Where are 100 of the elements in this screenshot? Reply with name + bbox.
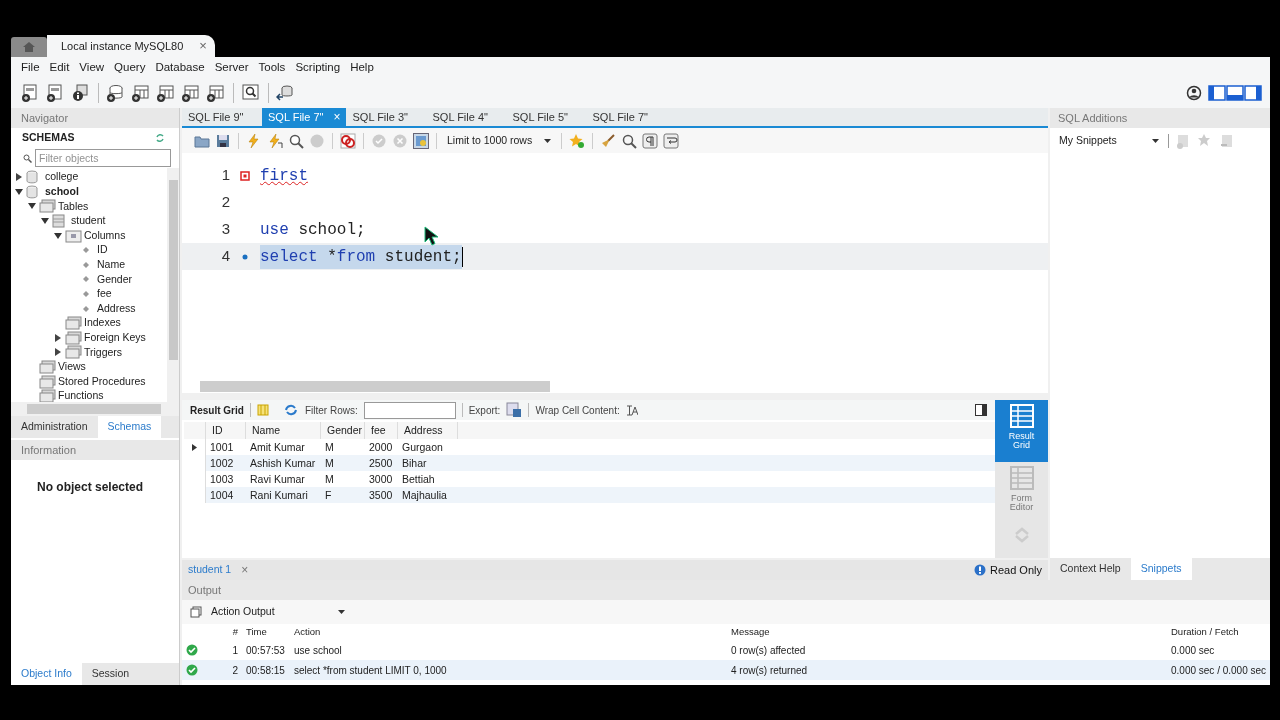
star-icon[interactable]	[1197, 132, 1213, 149]
magnifier-icon[interactable]	[241, 84, 261, 102]
collapse-arrow-icon[interactable]	[28, 202, 36, 211]
panel-tab[interactable]: Schemas	[97, 416, 162, 438]
collapse-arrow-icon[interactable]	[41, 217, 49, 226]
connection-tab[interactable]: Local instance MySQL80 ×	[47, 35, 215, 57]
column-header[interactable]: Duration / Fetch	[1167, 624, 1270, 640]
broom-icon[interactable]	[600, 132, 616, 149]
panel-tab[interactable]: Snippets	[1130, 558, 1192, 580]
table-icon[interactable]	[206, 84, 226, 102]
editor-tab[interactable]: SQL File 3"	[346, 108, 427, 126]
column-header[interactable]: Message	[727, 624, 1167, 640]
refresh-icon[interactable]	[282, 404, 299, 416]
scrollbar[interactable]	[167, 168, 179, 402]
menu-item[interactable]: Help	[346, 57, 378, 78]
menu-item[interactable]: File	[17, 57, 44, 78]
table-icon[interactable]	[131, 84, 151, 102]
panel-layout-icon[interactable]	[1208, 85, 1262, 101]
current-row-icon	[192, 443, 197, 451]
tree-item[interactable]: Indexes	[84, 315, 121, 332]
column-header[interactable]: Action	[290, 624, 727, 640]
collapse-arrow-icon[interactable]	[15, 187, 23, 196]
menu-item[interactable]: View	[75, 57, 109, 78]
table-cell-text: 0 row(s) affected	[730, 643, 807, 658]
tree-item[interactable]: Tables	[58, 198, 89, 215]
table-icon[interactable]	[156, 84, 176, 102]
tree-item[interactable]: Gender	[97, 271, 133, 288]
wrap-text-icon[interactable]	[625, 404, 638, 416]
table-cell-text: use school	[293, 643, 343, 658]
folder-icon	[64, 330, 82, 345]
panel-title: Navigator	[21, 110, 69, 126]
search-icon[interactable]	[621, 132, 637, 149]
tree-item[interactable]: school	[45, 184, 79, 200]
toggle-icon[interactable]	[413, 132, 429, 149]
limit-dropdown[interactable]: Limit to 1000 rows	[444, 131, 554, 150]
editor-tab[interactable]: SQL File 9"	[182, 108, 262, 126]
tree-item[interactable]: Views	[58, 359, 86, 375]
panel-tab[interactable]: Context Help	[1050, 558, 1131, 580]
tree-item[interactable]: Name	[97, 257, 125, 273]
close-icon[interactable]: ×	[333, 108, 341, 126]
database-icon[interactable]	[106, 84, 126, 102]
tree-item[interactable]: college	[45, 169, 79, 186]
database-transfer-icon[interactable]	[276, 84, 296, 102]
toolbar-label: Result Grid	[190, 403, 244, 418]
expand-arrow-icon[interactable]	[15, 173, 23, 182]
save-icon[interactable]	[215, 132, 231, 149]
magnifier-icon[interactable]	[288, 132, 304, 149]
tree-item[interactable]: Functions	[58, 388, 104, 402]
scrollbar[interactable]	[11, 402, 179, 416]
expand-arrow-icon[interactable]	[54, 333, 62, 342]
export-icon[interactable]	[506, 402, 523, 418]
view-tab[interactable]: Form Editor	[995, 462, 1048, 524]
close-icon[interactable]: ×	[241, 561, 249, 579]
account-icon[interactable]	[1186, 85, 1202, 101]
filter-field[interactable]: Filter objects	[35, 149, 171, 167]
tree-item[interactable]: Address	[97, 300, 136, 317]
wrap-icon[interactable]	[663, 132, 679, 149]
result-tab[interactable]: student 1 ×	[182, 560, 255, 580]
table-icon[interactable]	[181, 84, 201, 102]
editor-tab[interactable]: SQL File 7" ×	[262, 108, 347, 126]
panel-tab[interactable]: Session	[81, 663, 140, 685]
close-icon[interactable]: ×	[199, 36, 207, 56]
menu-item[interactable]: Edit	[45, 57, 74, 78]
table-cell-text: 3500	[368, 488, 394, 503]
filter-field[interactable]	[363, 401, 456, 419]
column-header[interactable]: #	[202, 624, 242, 640]
folder-icon	[38, 199, 56, 214]
menu-item[interactable]: Tools	[254, 57, 290, 78]
pilcrow-icon[interactable]	[642, 132, 658, 149]
rings-icon[interactable]	[340, 132, 356, 149]
table-cell-text: 1003	[209, 472, 235, 487]
tree-item[interactable]: student	[71, 213, 106, 229]
menu-item[interactable]: Scripting	[291, 57, 345, 78]
copy-icon[interactable]	[190, 606, 202, 618]
tree-item[interactable]: Triggers	[84, 344, 123, 361]
check-icon[interactable]	[371, 132, 387, 149]
expand-arrow-icon[interactable]	[54, 348, 62, 357]
column-header[interactable]: Time	[242, 624, 290, 640]
table-cell-text: 0.000 sec / 0.000 sec	[1170, 663, 1268, 678]
editor-tab[interactable]: SQL File 4"	[426, 108, 507, 126]
info-icon[interactable]	[71, 84, 91, 102]
scrollbar[interactable]	[182, 379, 1048, 393]
star-icon[interactable]	[569, 132, 585, 149]
menu-item[interactable]: Query	[110, 57, 150, 78]
editor-tab[interactable]: SQL File 7"	[586, 108, 667, 126]
menu-item[interactable]: Server	[210, 57, 253, 78]
tree-item[interactable]: Columns	[84, 227, 126, 244]
editor-tab[interactable]: SQL File 5"	[506, 108, 587, 126]
collapse-arrow-icon[interactable]	[54, 231, 62, 240]
tree-item[interactable]: Stored Procedures	[58, 373, 146, 390]
panel-tab[interactable]: Administration	[11, 416, 98, 438]
refresh-icon[interactable]	[155, 133, 165, 143]
side-panel-icon[interactable]	[975, 404, 987, 416]
tree-item[interactable]: Foreign Keys	[84, 329, 146, 346]
output-mode-dropdown[interactable]: Action Output	[208, 603, 348, 621]
menu-item[interactable]: Database	[151, 57, 209, 78]
panel-tab[interactable]: Object Info	[11, 663, 82, 685]
tree-item[interactable]: ID	[97, 242, 108, 259]
tree-item[interactable]: fee	[97, 286, 112, 302]
view-tab[interactable]: Result Grid	[995, 400, 1048, 462]
